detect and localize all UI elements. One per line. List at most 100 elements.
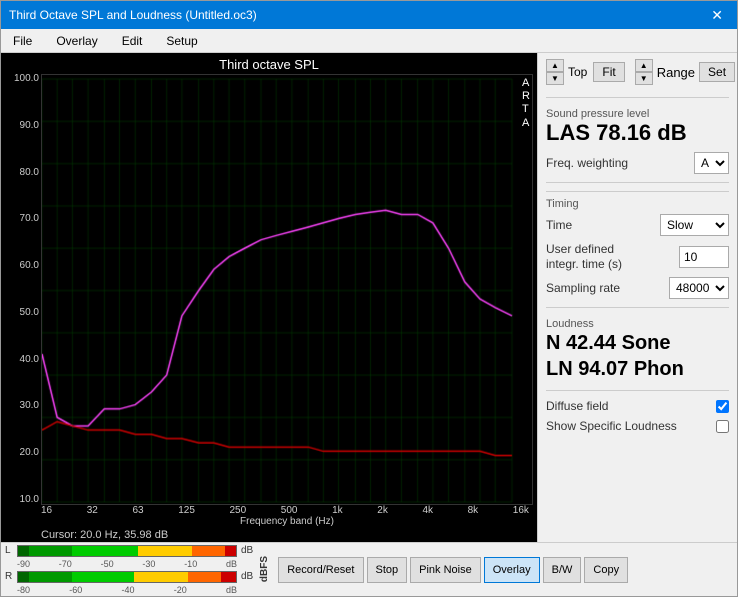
- user-integr-row: User defined integr. time (s): [546, 242, 729, 271]
- top-spin-group: ▲ ▼ Top: [546, 59, 587, 85]
- copy-button[interactable]: Copy: [584, 557, 628, 583]
- bw-button[interactable]: B/W: [543, 557, 582, 583]
- time-label: Time: [546, 218, 572, 232]
- menu-bar: File Overlay Edit Setup: [1, 29, 737, 53]
- main-window: Third Octave SPL and Loudness (Untitled.…: [0, 0, 738, 597]
- window-title: Third Octave SPL and Loudness (Untitled.…: [9, 8, 257, 22]
- x-label-0: 16: [41, 505, 52, 516]
- x-label-1: 32: [87, 505, 98, 516]
- close-button[interactable]: ✕: [705, 5, 729, 26]
- dB-unit-R: dB: [241, 571, 253, 582]
- spl-value: LAS 78.16 dB: [546, 120, 729, 146]
- top-controls: ▲ ▼ Top Fit ▲ ▼ Range Set: [546, 59, 729, 85]
- y-label-5: 50.0: [20, 308, 39, 318]
- y-label-3: 70.0: [20, 214, 39, 224]
- menu-edit[interactable]: Edit: [114, 32, 151, 50]
- chart-container: 100.0 90.0 80.0 70.0 60.0 50.0 40.0 30.0…: [5, 74, 533, 505]
- menu-setup[interactable]: Setup: [158, 32, 205, 50]
- y-label-6: 40.0: [20, 355, 39, 365]
- chart-plot[interactable]: ARTA: [41, 74, 533, 505]
- scale-R-1: -60: [69, 585, 82, 595]
- y-label-9: 10.0: [20, 495, 39, 505]
- scale-R-0: -80: [17, 585, 30, 595]
- top-down-button[interactable]: ▼: [546, 72, 564, 85]
- level-meter-section: L dB -90 -70 -50 -30 -10: [5, 545, 253, 595]
- main-content: Third octave SPL 100.0 90.0 80.0 70.0 60…: [1, 53, 737, 542]
- stop-button[interactable]: Stop: [367, 557, 408, 583]
- dB-unit-L: dB: [241, 545, 253, 556]
- range-spinners: ▲ ▼: [635, 59, 653, 85]
- sampling-rate-select[interactable]: 44100 48000 96000: [669, 277, 729, 299]
- set-button[interactable]: Set: [699, 62, 735, 82]
- freq-weighting-row: Freq. weighting A B C Z: [546, 152, 729, 174]
- scale-R-2: -40: [121, 585, 134, 595]
- arta-label: ARTA: [522, 77, 530, 130]
- x-label-4: 250: [230, 505, 247, 516]
- meter-bar-R: [17, 571, 237, 583]
- cursor-info: Cursor: 20.0 Hz, 35.98 dB: [5, 527, 533, 541]
- time-row: Time Slow Fast Impulse: [546, 214, 729, 236]
- x-label-5: 500: [281, 505, 298, 516]
- x-label-3: 125: [178, 505, 195, 516]
- time-select[interactable]: Slow Fast Impulse: [660, 214, 729, 236]
- range-down-button[interactable]: ▼: [635, 72, 653, 85]
- divider-1: [546, 97, 729, 98]
- x-label-8: 4k: [422, 505, 433, 516]
- x-axis-labels: 16 32 63 125 250 500 1k 2k 4k 8k 16k: [5, 505, 533, 516]
- pink-noise-button[interactable]: Pink Noise: [410, 557, 481, 583]
- action-buttons: Record/Reset Stop Pink Noise Overlay B/W…: [278, 557, 628, 583]
- x-label-6: 1k: [332, 505, 343, 516]
- show-specific-checkbox[interactable]: [716, 420, 729, 433]
- bottom-bar: L dB -90 -70 -50 -30 -10: [1, 542, 737, 596]
- x-label-7: 2k: [377, 505, 388, 516]
- loudness-section-label: Loudness: [546, 318, 729, 330]
- chart-area: Third octave SPL 100.0 90.0 80.0 70.0 60…: [1, 53, 537, 542]
- meter-bar-L: [17, 545, 237, 557]
- spl-section-label: Sound pressure level: [546, 108, 729, 120]
- divider-2: [546, 182, 729, 183]
- meter-row-R: R dB: [5, 571, 253, 583]
- y-label-8: 20.0: [20, 448, 39, 458]
- chart-canvas[interactable]: [42, 75, 532, 504]
- diffuse-field-label: Diffuse field: [546, 399, 608, 413]
- sampling-rate-label: Sampling rate: [546, 281, 620, 295]
- record-reset-button[interactable]: Record/Reset: [278, 557, 363, 583]
- freq-weighting-select[interactable]: A B C Z: [694, 152, 729, 174]
- scale-L-2: -50: [101, 559, 114, 569]
- timing-label: Timing: [546, 198, 729, 210]
- x-axis-title: Frequency band (Hz): [5, 516, 533, 527]
- user-integr-label: User defined integr. time (s): [546, 242, 646, 271]
- channel-R-label: R: [5, 571, 15, 582]
- scale-R-3: -20: [174, 585, 187, 595]
- scale-L-1: -70: [59, 559, 72, 569]
- show-specific-row: Show Specific Loudness: [546, 419, 729, 433]
- n-value: N 42.44 Sone: [546, 330, 729, 356]
- top-spinners: ▲ ▼: [546, 59, 564, 85]
- overlay-button[interactable]: Overlay: [484, 557, 540, 583]
- loudness-section: Loudness N 42.44 Sone LN 94.07 Phon: [546, 316, 729, 382]
- ln-value: LN 94.07 Phon: [546, 356, 729, 382]
- scale-L-4: -10: [184, 559, 197, 569]
- range-label: Range: [657, 65, 695, 80]
- y-label-4: 60.0: [20, 261, 39, 271]
- x-label-10: 16k: [513, 505, 529, 516]
- fit-button[interactable]: Fit: [593, 62, 624, 82]
- meter-row-L: L dB: [5, 545, 253, 557]
- top-up-button[interactable]: ▲: [546, 59, 564, 72]
- timing-section: Timing Time Slow Fast Impulse User defin…: [546, 191, 729, 299]
- menu-file[interactable]: File: [5, 32, 40, 50]
- user-integr-input[interactable]: [679, 246, 729, 268]
- x-label-9: 8k: [468, 505, 479, 516]
- y-label-0: 100.0: [14, 74, 39, 84]
- menu-overlay[interactable]: Overlay: [48, 32, 105, 50]
- diffuse-field-row: Diffuse field: [546, 399, 729, 413]
- scale-dB-L: dB: [226, 559, 237, 569]
- chart-title: Third octave SPL: [5, 57, 533, 72]
- divider-3: [546, 307, 729, 308]
- diffuse-field-checkbox[interactable]: [716, 400, 729, 413]
- y-label-1: 90.0: [20, 121, 39, 131]
- x-label-2: 63: [132, 505, 143, 516]
- right-panel: ▲ ▼ Top Fit ▲ ▼ Range Set So: [537, 53, 737, 542]
- freq-weighting-label: Freq. weighting: [546, 156, 628, 170]
- range-up-button[interactable]: ▲: [635, 59, 653, 72]
